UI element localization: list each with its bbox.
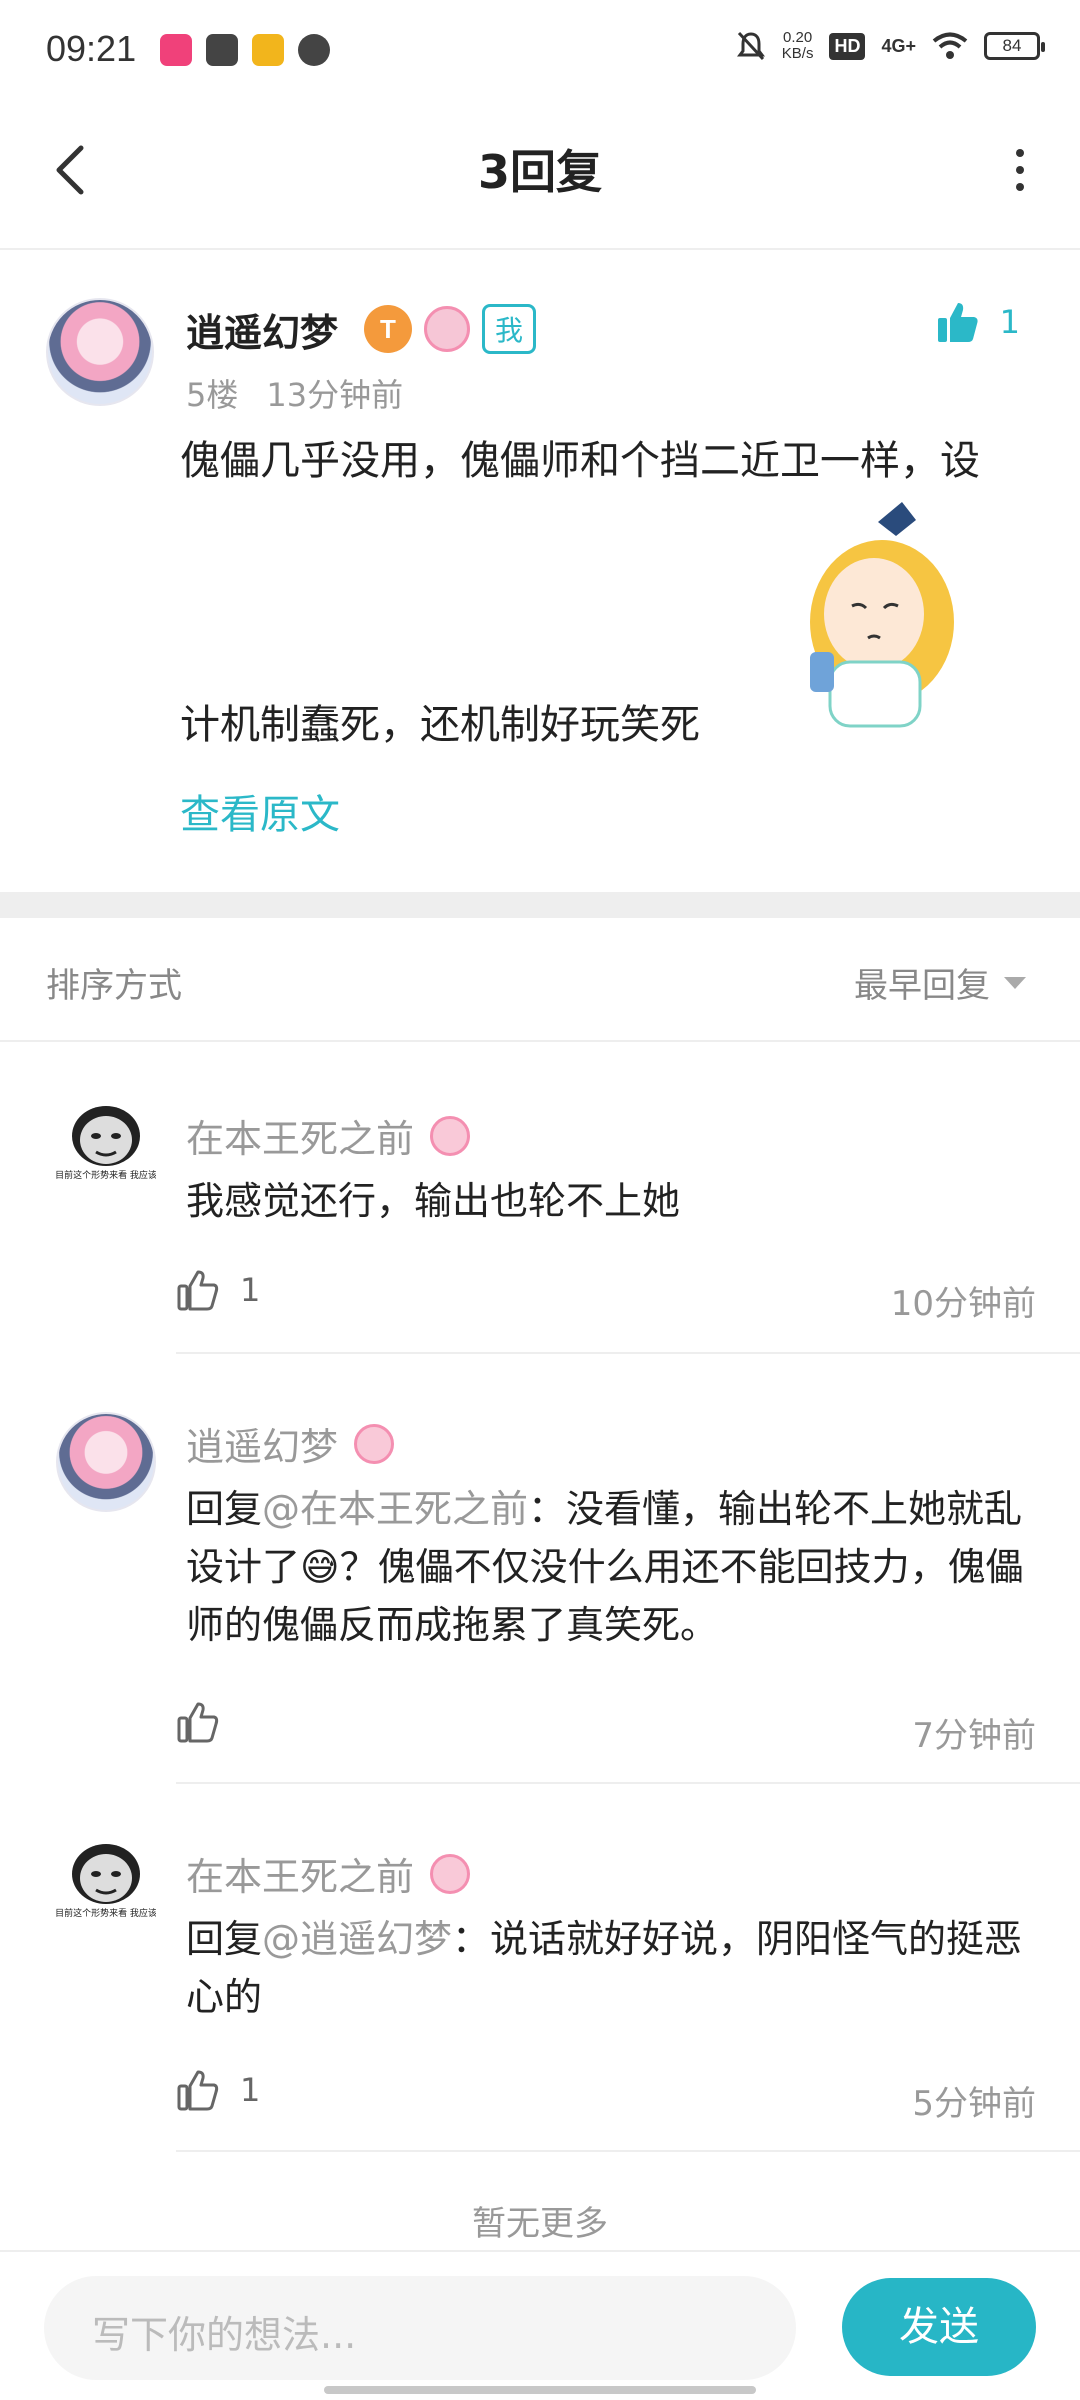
post-like-count: 1 xyxy=(999,303,1020,341)
sort-dropdown[interactable]: 最早回复 xyxy=(854,958,1026,1007)
thumbs-up-icon xyxy=(177,2070,219,2111)
comment-input[interactable]: 写下你的想法... xyxy=(44,2276,796,2380)
network-speed-value: 0.20 xyxy=(783,29,813,46)
page-title: 3回复 xyxy=(477,145,602,199)
sort-bar: 排序方式 最早回复 xyxy=(0,918,1080,1042)
system-icons: 0.20 KB/s HD 4G+ 84 xyxy=(736,30,1045,62)
avatar[interactable]: 照目前这个形势来看 我应该是 xyxy=(56,1842,156,1942)
reply-item: 逍遥幻梦 回复@在本王死之前：没看懂，输出轮不上她就乱设计了😅？傀儡不仅没什么用… xyxy=(0,1412,1080,1782)
reply-like-button[interactable]: 1 xyxy=(176,1268,260,1312)
thumbs-up-icon xyxy=(177,1270,219,1311)
more-vertical-icon xyxy=(1016,149,1024,157)
app-notification-icon xyxy=(252,34,284,66)
fan-badge-icon xyxy=(430,1853,471,1894)
fan-badge-icon xyxy=(354,1423,395,1464)
reply-footer: 1 10分钟前 xyxy=(176,1268,1036,1328)
reply-item: 照目前这个形势来看 我应该是 在本王死之前 回复@逍遥幻梦：说话就好好说，阴阳怪… xyxy=(0,1842,1080,2152)
post-username[interactable]: 逍遥幻梦 xyxy=(186,302,338,357)
thumbs-up-icon xyxy=(177,1702,219,1743)
reply-time: 5分钟前 xyxy=(912,2084,1036,2124)
user-badges: T 我 xyxy=(364,304,537,354)
reply-username-row: 逍遥幻梦 xyxy=(186,1416,395,1471)
more-vertical-icon xyxy=(1016,166,1024,174)
avatar-caption: 照目前这个形势来看 我应该是 xyxy=(56,1907,156,1919)
reply-like-button[interactable] xyxy=(176,1700,240,1744)
no-more-text: 暂无更多 xyxy=(472,2204,608,2244)
reply-time: 10分钟前 xyxy=(890,1284,1036,1324)
status-bar: 09:21 0.20 KB/s HD 4G+ 84 xyxy=(0,0,1080,100)
sort-label: 排序方式 xyxy=(46,966,182,1006)
comment-bar: 写下你的想法... 发送 xyxy=(0,2250,1080,2400)
sort-value: 最早回复 xyxy=(854,966,990,1006)
anime-girl-sticker xyxy=(810,502,954,728)
app-notification-icon xyxy=(298,34,330,66)
reply-username[interactable]: 在本王死之前 xyxy=(186,1108,414,1163)
reply-prefix: 回复 xyxy=(186,1917,263,1961)
reply-username-row: 在本王死之前 xyxy=(186,1108,471,1163)
reply-footer: 1 5分钟前 xyxy=(176,2068,1036,2128)
reply-like-button[interactable]: 1 xyxy=(176,2068,260,2112)
mention-link[interactable]: @在本王死之前 xyxy=(262,1487,528,1531)
reply-time: 7分钟前 xyxy=(912,1716,1036,1756)
post-meta: 5楼 13分钟前 xyxy=(186,370,403,416)
main-post: 逍遥幻梦 T 我 1 5楼 13分钟前 傀儡几乎没用，傀儡师和个挡二近卫一样，设… xyxy=(0,252,1080,892)
avatar-caption: 照目前这个形势来看 我应该是 xyxy=(56,1169,156,1181)
app-notification-icon xyxy=(160,34,192,66)
avatar[interactable] xyxy=(46,298,154,406)
battery-icon: 84 xyxy=(984,32,1045,60)
fan-badge-icon xyxy=(430,1115,471,1156)
reply-text: 回复@在本王死之前：没看懂，输出轮不上她就乱设计了😅？傀儡不仅没什么用还不能回技… xyxy=(186,1480,1036,1654)
reply-divider xyxy=(176,1782,1080,1784)
reply-item: 照目前这个形势来看 我应该是 在本王死之前 我感觉还行，输出也轮不上她 1 10… xyxy=(0,1104,1080,1354)
more-vertical-icon xyxy=(1016,183,1024,191)
section-divider xyxy=(0,892,1080,918)
reply-username[interactable]: 在本王死之前 xyxy=(186,1846,414,1901)
post-floor: 5楼 xyxy=(186,376,239,414)
reply-like-count: 1 xyxy=(240,2071,261,2109)
reply-prefix: 回复 xyxy=(186,1487,263,1531)
network-speed: 0.20 KB/s xyxy=(782,30,814,62)
reply-divider xyxy=(176,1352,1080,1354)
level-badge: T xyxy=(364,305,412,353)
reply-divider xyxy=(176,2150,1080,2152)
hd-icon: HD xyxy=(829,32,866,60)
avatar[interactable]: 照目前这个形势来看 我应该是 xyxy=(56,1104,156,1204)
avatar[interactable] xyxy=(56,1412,156,1512)
post-like-button[interactable]: 1 xyxy=(936,300,1020,344)
mention-link[interactable]: @逍遥幻梦 xyxy=(262,1917,452,1961)
comment-input-placeholder: 写下你的想法... xyxy=(92,2313,357,2357)
cellular-signal-icon: 4G+ xyxy=(881,35,916,56)
post-time: 13分钟前 xyxy=(266,376,404,414)
mute-bell-icon xyxy=(736,31,765,61)
app-notification-icon xyxy=(206,34,238,66)
reply-footer: 7分钟前 xyxy=(176,1700,1036,1760)
status-time: 09:21 xyxy=(46,28,137,69)
reply-text: 我感觉还行，输出也轮不上她 xyxy=(186,1179,681,1223)
network-speed-unit: KB/s xyxy=(781,45,814,62)
me-badge: 我 xyxy=(482,304,537,354)
post-text-continued: 计机制蠢死，还机制好玩笑死 xyxy=(180,702,700,748)
thumbs-up-icon xyxy=(937,303,978,342)
reply-like-count: 1 xyxy=(240,1271,261,1309)
fan-badge-icon xyxy=(424,306,470,352)
reply-text: 回复@逍遥幻梦：说话就好好说，阴阳怪气的挺恶心的 xyxy=(186,1910,1036,2026)
reply-username-row: 在本王死之前 xyxy=(186,1846,471,1901)
view-original-link[interactable]: 查看原文 xyxy=(180,782,340,840)
wifi-icon xyxy=(932,32,968,59)
notification-icons xyxy=(160,34,330,66)
dropdown-triangle-icon xyxy=(1004,976,1026,989)
send-button[interactable]: 发送 xyxy=(842,2278,1036,2376)
home-indicator[interactable] xyxy=(324,2386,756,2394)
more-options-button[interactable] xyxy=(990,140,1050,200)
post-text: 傀儡几乎没用，傀儡师和个挡二近卫一样，设 xyxy=(180,438,980,484)
header: 3回复 xyxy=(0,100,1080,250)
reply-username[interactable]: 逍遥幻梦 xyxy=(186,1416,338,1471)
